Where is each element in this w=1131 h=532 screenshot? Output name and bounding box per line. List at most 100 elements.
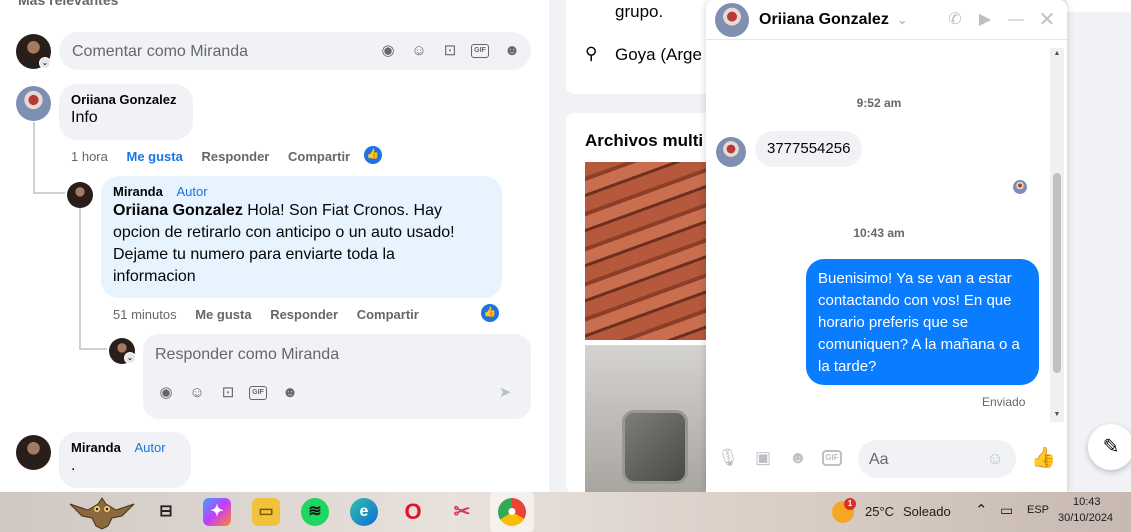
minimize-icon[interactable]: —	[1005, 9, 1027, 31]
emoji-icon[interactable]: ☺	[409, 41, 429, 61]
thumbs-up-icon[interactable]: 👍	[364, 146, 382, 164]
message-composer: 🎙 ▣ ☻ GIF Aa ☺ 👍	[706, 436, 1067, 484]
like-button[interactable]: Me gusta	[195, 307, 251, 322]
location-pin-icon: ⚲	[585, 44, 598, 63]
opera-icon[interactable]: O	[399, 498, 427, 526]
comment-placeholder: Comentar como Miranda	[72, 43, 249, 60]
mention-link[interactable]: Oriiana Gonzalez	[113, 202, 243, 219]
message-status: Enviado	[982, 395, 1026, 409]
chat-scrollbar[interactable]: ▲ ▼	[1050, 48, 1064, 422]
camera-icon[interactable]: ⊡	[440, 41, 460, 61]
gif-icon[interactable]: GIF	[471, 41, 491, 61]
author-badge: Autor	[176, 184, 208, 199]
avatar-miranda[interactable]	[16, 435, 51, 470]
owl-logo-icon	[69, 497, 135, 530]
video-call-icon[interactable]: ▶	[974, 9, 996, 31]
outgoing-message[interactable]: Buenisimo! Ya se van a estar contactando…	[806, 259, 1039, 385]
edge-icon[interactable]: e	[350, 498, 378, 526]
reply-button[interactable]: Responder	[201, 149, 269, 164]
thread-line	[33, 192, 65, 194]
reply-time[interactable]: 51 minutos	[113, 307, 177, 322]
incoming-message[interactable]: 3777554256	[755, 131, 863, 167]
thumbs-up-icon[interactable]: 👍	[481, 304, 499, 322]
share-button[interactable]: Compartir	[357, 307, 419, 322]
page-background	[1067, 0, 1131, 492]
incoming-avatar[interactable]	[716, 137, 746, 167]
comment-author[interactable]: Oriiana Gonzalez	[71, 92, 181, 107]
sticker-icon[interactable]: ☻	[280, 383, 300, 403]
message-timestamp: 10:43 am	[853, 226, 905, 240]
taskbar: ⊟ ✦ ▭ ≋ e O ✂ ● 1 25°C Soleado ⌃ ▭ ESP 1…	[0, 492, 1131, 532]
gif-icon[interactable]: GIF	[822, 447, 844, 469]
language-indicator[interactable]: ESP	[1027, 504, 1049, 516]
comment-actions: 1 hora Me gusta Responder Compartir	[71, 149, 365, 164]
media-photo-bricks[interactable]	[585, 162, 715, 340]
comments-panel: Más relevantes ⌄ Comentar como Miranda ◉…	[0, 0, 549, 492]
photo-icon[interactable]: ▣	[752, 447, 774, 469]
reply-button[interactable]: Responder	[270, 307, 338, 322]
like-button[interactable]: Me gusta	[127, 149, 183, 164]
comment-author[interactable]: Miranda	[71, 440, 121, 455]
chat-contact-name[interactable]: Oriiana Gonzalez ⌄	[759, 11, 907, 29]
thread-line	[33, 122, 35, 194]
clock-time[interactable]: 10:43	[1073, 496, 1101, 508]
message-placeholder: Aa	[869, 451, 889, 468]
phone-icon[interactable]: ✆	[944, 9, 966, 31]
scroll-up-icon[interactable]: ▲	[1053, 50, 1061, 57]
message-input[interactable]: Aa ☺	[858, 440, 1016, 478]
emoji-icon[interactable]: ☺	[985, 449, 1005, 469]
camera-icon[interactable]: ⊡	[218, 383, 238, 403]
avatar-miranda[interactable]	[67, 182, 93, 208]
chat-contact-avatar[interactable]	[715, 3, 749, 37]
weather-desc[interactable]: Soleado	[903, 504, 951, 519]
location-text: Goya (Arge	[615, 45, 702, 64]
send-icon[interactable]: ➤	[495, 383, 515, 403]
file-explorer-icon[interactable]: ▭	[252, 498, 280, 526]
chevron-down-icon[interactable]: ⌄	[124, 352, 136, 364]
network-icon[interactable]: ▭	[1000, 502, 1013, 519]
emoji-icon[interactable]: ☺	[187, 383, 207, 403]
new-message-button[interactable]: ✎	[1088, 424, 1131, 470]
weather-temp[interactable]: 25°C	[865, 504, 894, 519]
chrome-icon[interactable]: ●	[498, 498, 526, 526]
avatar-sticker-icon[interactable]: ◉	[156, 383, 176, 403]
reply-author[interactable]: Miranda	[113, 184, 163, 199]
author-badge: Autor	[134, 440, 166, 455]
chevron-down-icon[interactable]: ⌄	[897, 13, 907, 27]
thread-line	[79, 348, 107, 350]
copilot-icon[interactable]: ✦	[203, 498, 231, 526]
scroll-thumb[interactable]	[1053, 173, 1061, 373]
comment-bubble: Oriiana Gonzalez Info	[59, 84, 193, 140]
chat-window: Oriiana Gonzalez ⌄ ✆ ▶ — ✕ 9:52 am 37775…	[706, 0, 1067, 492]
about-text: grupo.	[615, 2, 664, 21]
message-timestamp: 9:52 am	[856, 96, 902, 110]
media-photo-sink-detail	[622, 410, 688, 484]
sticker-icon[interactable]: ☻	[502, 41, 522, 61]
scroll-down-icon[interactable]: ▼	[1053, 411, 1061, 418]
snipping-tool-icon[interactable]: ✂	[448, 498, 476, 526]
reply-input[interactable]: Responder como Miranda ◉ ☺ ⊡ GIF ☻ ➤	[143, 334, 531, 419]
comment-time[interactable]: 1 hora	[71, 149, 108, 164]
clock-date[interactable]: 30/10/2024	[1058, 512, 1113, 524]
thumbs-up-icon[interactable]: 👍	[1031, 447, 1056, 469]
comment-text: Info	[71, 109, 98, 126]
task-view-icon[interactable]: ⊟	[152, 498, 180, 526]
share-button[interactable]: Compartir	[288, 149, 350, 164]
spotify-icon[interactable]: ≋	[301, 498, 329, 526]
chevron-down-icon[interactable]: ⌄	[39, 57, 51, 69]
sort-comments-label[interactable]: Más relevantes	[18, 0, 118, 8]
comment-input[interactable]: Comentar como Miranda ◉ ☺ ⊡ GIF ☻	[59, 32, 531, 70]
chevron-up-icon[interactable]: ⌃	[975, 501, 988, 519]
seen-avatar	[1013, 180, 1027, 194]
screen: Más relevantes ⌄ Comentar como Miranda ◉…	[0, 0, 1131, 532]
reply-text: Oriiana Gonzalez Hola! Son Fiat Cronos. …	[113, 202, 455, 285]
avatar-sticker-icon[interactable]: ◉	[378, 41, 398, 61]
weather-alert-badge: 1	[844, 498, 856, 510]
avatar-oriiana[interactable]	[16, 86, 51, 121]
sticker-icon[interactable]: ☻	[787, 447, 809, 469]
microphone-icon[interactable]: 🎙	[717, 447, 739, 469]
comment-text: .	[71, 457, 76, 474]
gif-icon[interactable]: GIF	[249, 383, 269, 403]
media-title[interactable]: Archivos multi	[585, 131, 703, 151]
close-icon[interactable]: ✕	[1036, 9, 1058, 31]
